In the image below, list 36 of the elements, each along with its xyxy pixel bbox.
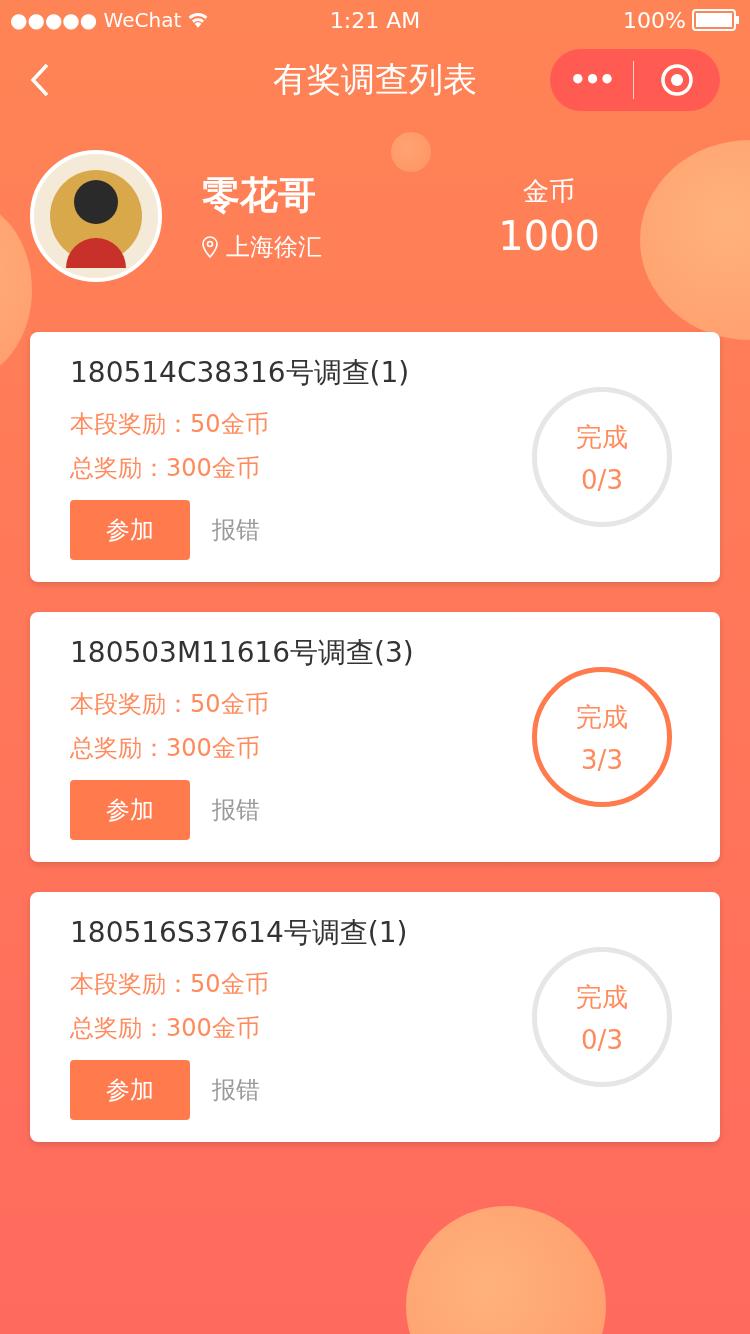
join-button[interactable]: 参加	[70, 1060, 190, 1120]
total-reward: 总奖励：300金币	[70, 733, 261, 764]
time-label: 1:21 AM	[328, 7, 422, 33]
total-reward: 总奖励：300金币	[70, 453, 261, 484]
status-label: 完成	[576, 980, 628, 1014]
report-link[interactable]: 报错	[212, 794, 260, 826]
user-name: 零花哥	[202, 171, 317, 219]
location-label: 上海徐汇	[226, 231, 322, 263]
report-link[interactable]: 报错	[212, 514, 260, 546]
report-link[interactable]: 报错	[212, 1074, 260, 1106]
stage-reward: 本段奖励：50金币	[70, 689, 270, 720]
join-button[interactable]: 参加	[70, 780, 190, 840]
battery-icon	[692, 9, 740, 31]
total-reward: 总奖励：300金币	[70, 1013, 261, 1044]
status-label: 完成	[576, 420, 628, 454]
battery-label: 100%	[623, 7, 686, 33]
location-icon	[202, 235, 218, 258]
page-title: 有奖调查列表	[272, 58, 478, 101]
stage-reward: 本段奖励：50金币	[70, 409, 270, 440]
coins-value: 1000	[498, 212, 600, 259]
coins-label: 金币	[523, 174, 576, 208]
survey-title: 180516S37614号调查(1)	[70, 915, 409, 951]
decorative-circle	[391, 132, 431, 172]
progress-label: 3/3	[581, 744, 623, 775]
back-icon[interactable]	[30, 62, 50, 98]
status-label: 完成	[576, 700, 628, 734]
progress-label: 0/3	[581, 1024, 623, 1055]
survey-title: 180514C38316号调查(1)	[70, 355, 411, 391]
survey-title: 180503M11616号调查(3)	[70, 635, 415, 671]
carrier-label: ●●●●● WeChat	[10, 8, 182, 32]
wifi-icon	[187, 11, 210, 29]
stage-reward: 本段奖励：50金币	[70, 969, 270, 1000]
more-button[interactable]: •••	[550, 65, 633, 95]
join-button[interactable]: 参加	[70, 500, 190, 560]
close-icon[interactable]	[659, 62, 695, 98]
progress-label: 0/3	[581, 464, 623, 495]
